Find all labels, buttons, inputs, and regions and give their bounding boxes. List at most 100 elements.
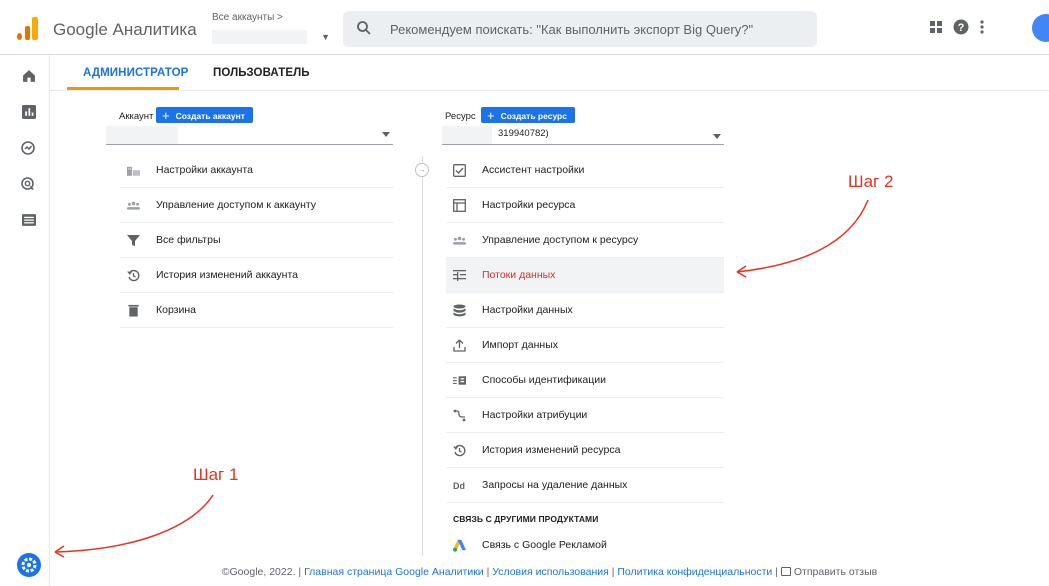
menu-item-account-history[interactable]: История изменений аккаунта — [120, 258, 394, 293]
menu-item-label: Способы идентификации — [482, 374, 607, 386]
feedback-label: Отправить отзыв — [793, 566, 878, 578]
trash-icon — [128, 304, 139, 317]
search-icon — [357, 21, 371, 35]
identity-icon — [453, 376, 466, 385]
menu-item-data-settings[interactable]: Настройки данных — [446, 293, 724, 328]
footer-sep: | — [611, 566, 615, 578]
left-nav — [0, 55, 50, 586]
tabs-divider — [50, 90, 1049, 91]
menu-item-label: Настройки атрибуции — [482, 409, 588, 421]
account-breadcrumb: Все аккаунты > — [212, 12, 283, 23]
annotation-arrowhead-step-1 — [54, 545, 65, 558]
avatar[interactable] — [1032, 14, 1049, 42]
account-menu: Настройки аккаунта Управление доступом к… — [120, 153, 394, 333]
annotation-arrow-step-1 — [54, 494, 214, 553]
help-icon[interactable]: ? — [953, 19, 969, 35]
create-account-label: Создать аккаунт — [175, 111, 245, 121]
menu-item-property-history[interactable]: История изменений ресурса — [446, 433, 724, 468]
database-icon — [453, 304, 466, 317]
chevron-down-icon — [713, 134, 721, 139]
chevron-down-icon: ▼ — [321, 32, 330, 42]
account-picker[interactable]: Все аккаунты > ▼ — [212, 10, 334, 47]
column-divider — [422, 156, 423, 556]
menu-item-label: История изменений аккаунта — [156, 269, 299, 281]
annotation-step-2: Шаг 2 — [848, 172, 894, 191]
svg-text:Dd: Dd — [453, 481, 465, 491]
people-icon — [127, 201, 140, 210]
admin-tabs: АДМИНИСТРАТОР ПОЛЬЗОВАТЕЛЬ — [50, 55, 1049, 90]
menu-item-google-ads-link[interactable]: Связь с Google Рекламой — [446, 528, 724, 563]
footer-link-privacy[interactable]: Политика конфиденциальности — [617, 566, 772, 578]
tab-user[interactable]: ПОЛЬЗОВАТЕЛЬ — [213, 67, 310, 79]
arrow-right-icon: → — [415, 163, 429, 177]
menu-item-data-streams[interactable]: Потоки данных — [446, 258, 724, 293]
menu-item-property-access[interactable]: Управление доступом к ресурсу — [446, 223, 724, 258]
menu-item-account-access[interactable]: Управление доступом к аккаунту — [120, 188, 394, 223]
annotation-arrow-step-2 — [736, 199, 869, 273]
menu-item-property-settings[interactable]: Настройки ресурса — [446, 188, 724, 223]
footer: ©Google, 2022. | Главная страница Google… — [50, 566, 1049, 586]
apps-grid-icon[interactable] — [929, 20, 943, 34]
explore-icon[interactable] — [21, 141, 35, 155]
account-column-label: Аккаунт — [119, 111, 154, 122]
filter-icon — [127, 235, 140, 246]
top-bar: Google Аналитика Все аккаунты > ▼ Рекоме… — [0, 0, 1049, 55]
footer-sep: | — [775, 566, 778, 578]
svg-text:?: ? — [958, 22, 965, 34]
data-streams-icon — [453, 270, 466, 281]
property-settings-icon — [453, 199, 466, 212]
account-select[interactable]: ▼ — [212, 28, 334, 46]
menu-item-data-import[interactable]: Импорт данных — [446, 328, 724, 363]
search-placeholder: Рекомендуем поискать: "Как выполнить экс… — [390, 22, 754, 37]
menu-item-label: Управление доступом к аккаунту — [156, 199, 317, 211]
plus-icon: + — [162, 108, 170, 123]
menu-item-label: Ассистент настройки — [482, 164, 585, 176]
redacted-account-value — [106, 126, 178, 144]
footer-link-terms[interactable]: Условия использования — [492, 566, 609, 578]
footer-copyright: ©Google, 2022. | — [221, 566, 302, 578]
google-ads-icon — [453, 539, 466, 552]
menu-item-setup-assistant[interactable]: Ассистент настройки — [446, 153, 724, 188]
annotation-step-1: Шаг 1 — [193, 465, 239, 484]
menu-item-label: Импорт данных — [482, 339, 558, 351]
reports-icon[interactable] — [22, 105, 36, 119]
more-vert-icon[interactable] — [979, 19, 985, 35]
search-bar[interactable]: Рекомендуем поискать: "Как выполнить экс… — [343, 11, 817, 47]
menu-item-attribution-settings[interactable]: Настройки атрибуции — [446, 398, 724, 433]
advertising-icon[interactable] — [21, 177, 35, 191]
menu-item-trash[interactable]: Корзина — [120, 293, 394, 328]
checklist-icon — [453, 164, 466, 177]
section-header-product-links: СВЯЗЬ С ДРУГИМИ ПРОДУКТАМИ — [453, 514, 599, 524]
footer-sep: | — [486, 566, 490, 578]
analytics-logo[interactable] — [17, 16, 39, 40]
account-dropdown[interactable] — [106, 126, 393, 145]
plus-icon: + — [487, 108, 495, 123]
upload-icon — [453, 339, 466, 352]
history-icon — [127, 269, 140, 282]
menu-item-label: Потоки данных — [482, 269, 556, 281]
home-icon[interactable] — [22, 69, 36, 83]
annotation-arrowhead-step-2 — [736, 265, 747, 278]
configure-icon[interactable] — [22, 213, 36, 227]
admin-gear-icon[interactable] — [17, 553, 41, 577]
menu-item-label: Корзина — [156, 304, 196, 316]
tab-admin[interactable]: АДМИНИСТРАТОР — [83, 67, 188, 79]
menu-item-account-settings[interactable]: Настройки аккаунта — [120, 153, 394, 188]
chevron-down-icon — [382, 132, 390, 137]
property-dropdown[interactable]: 319940782) — [442, 126, 724, 145]
feedback-icon — [780, 567, 791, 576]
feedback-link[interactable]: Отправить отзыв — [780, 566, 878, 578]
menu-item-label: Все фильтры — [156, 234, 221, 246]
menu-item-reporting-identity[interactable]: Способы идентификации — [446, 363, 724, 398]
create-account-button[interactable]: + Создать аккаунт — [156, 107, 253, 123]
app-title[interactable]: Google Аналитика — [53, 20, 197, 40]
account-settings-icon — [127, 166, 140, 176]
menu-item-data-deletion-requests[interactable]: Dd Запросы на удаление данных — [446, 468, 724, 503]
property-id: 319940782) — [498, 128, 549, 139]
menu-item-all-filters[interactable]: Все фильтры — [120, 223, 394, 258]
redacted-property-name — [442, 126, 492, 144]
menu-item-label: Связь с Google Рекламой — [482, 539, 607, 551]
footer-link-home[interactable]: Главная страница Google Аналитики — [304, 566, 484, 578]
property-menu: Ассистент настройки Настройки ресурса Уп… — [446, 153, 724, 513]
create-property-button[interactable]: + Создать ресурс — [481, 107, 575, 123]
